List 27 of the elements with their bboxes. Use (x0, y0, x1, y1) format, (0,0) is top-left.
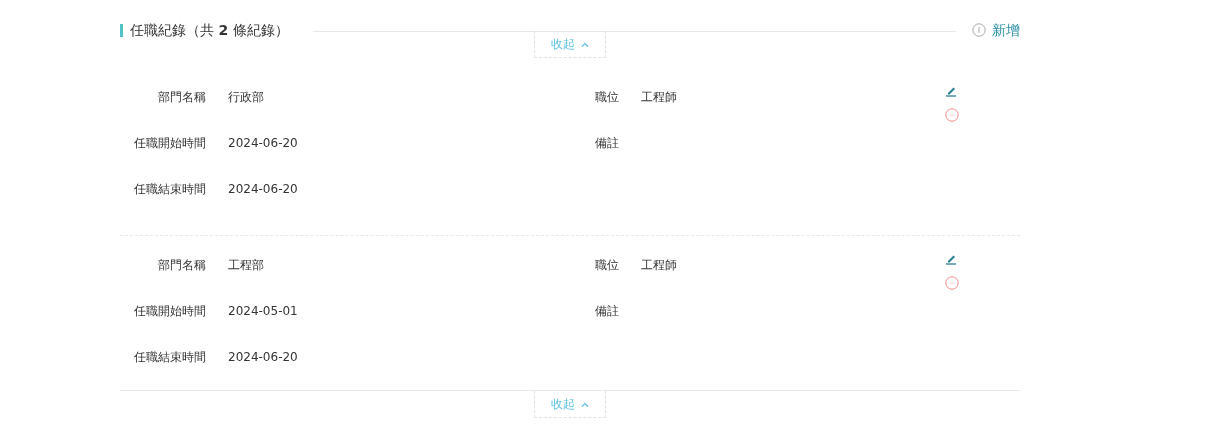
field-value: 工程部 (228, 257, 264, 274)
field-value: 2024-06-20 (228, 181, 298, 198)
info-circle-icon (972, 23, 986, 37)
field-label: 部門名稱 (157, 257, 206, 274)
chevron-up-icon (581, 41, 589, 47)
edit-icon[interactable] (945, 253, 957, 265)
field-value: 行政部 (228, 89, 264, 106)
field-label: 任職結束時間 (133, 181, 206, 198)
collapse-button[interactable]: 收起 (534, 391, 606, 418)
field-value: 工程師 (641, 257, 677, 274)
field-label: 任職開始時間 (133, 303, 206, 320)
field-label: 備註 (594, 303, 619, 320)
field-label: 備註 (594, 135, 619, 152)
field-value: 工程師 (641, 89, 677, 106)
field-value: 2024-06-20 (228, 135, 298, 152)
field-label: 任職結束時間 (133, 349, 206, 366)
field-label: 職位 (594, 89, 619, 106)
field-value: 2024-05-01 (228, 303, 298, 320)
collapse-button[interactable]: 收起 (534, 31, 606, 58)
field-label: 職位 (594, 257, 619, 274)
edit-icon[interactable] (945, 85, 957, 97)
chevron-up-icon (581, 401, 589, 407)
field-label: 任職開始時間 (133, 135, 206, 152)
add-button[interactable]: 新增 (972, 19, 1020, 41)
field-value: 2024-06-20 (228, 349, 298, 366)
section-title: 任職紀錄（共 2 條紀錄） (130, 20, 289, 40)
field-label: 部門名稱 (157, 89, 206, 106)
